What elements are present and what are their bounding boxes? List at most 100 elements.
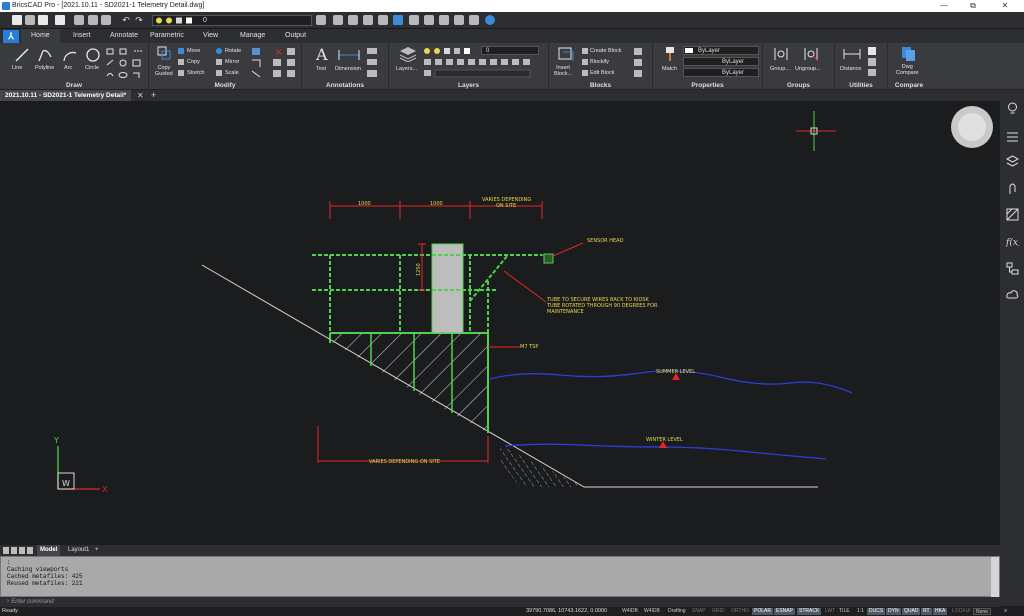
text-button[interactable]: Text bbox=[316, 66, 326, 72]
distance-button[interactable]: Distance bbox=[840, 66, 861, 72]
drawing-canvas[interactable]: 1000 1000 VARIES DEPENDING ON SITE 1250 … bbox=[0, 101, 1000, 545]
ungroup-icon[interactable] bbox=[803, 46, 819, 62]
plot-icon[interactable] bbox=[101, 15, 111, 25]
structure-icon[interactable] bbox=[1006, 262, 1019, 275]
status-esnap[interactable]: ESNAP bbox=[774, 608, 795, 615]
match-properties-icon[interactable] bbox=[663, 46, 677, 62]
modify-tool-grid-icon[interactable]: ✕ bbox=[251, 47, 299, 79]
open-file-icon[interactable] bbox=[25, 15, 35, 25]
ribbon-layer-dropdown[interactable]: 0 bbox=[481, 46, 539, 55]
settings-icon[interactable] bbox=[439, 15, 449, 25]
eraser-icon[interactable] bbox=[424, 15, 434, 25]
close-button[interactable]: ✕ bbox=[992, 0, 1018, 12]
status-hka[interactable]: HKA bbox=[933, 608, 948, 615]
status-lockui[interactable]: LOCKUI bbox=[950, 608, 973, 615]
polyline-icon[interactable] bbox=[37, 47, 53, 63]
command-line[interactable]: > Enter command bbox=[0, 597, 1000, 607]
circle-icon[interactable] bbox=[85, 47, 101, 63]
mirror-button[interactable]: Mirror bbox=[225, 59, 239, 65]
attachment-icon[interactable] bbox=[1006, 182, 1019, 195]
text-icon[interactable]: A bbox=[314, 46, 330, 62]
last-layout-icon[interactable] bbox=[27, 547, 33, 554]
linetype-dropdown[interactable]: ByLayer bbox=[683, 57, 759, 66]
prev-layout-icon[interactable] bbox=[11, 547, 17, 554]
next-layout-icon[interactable] bbox=[19, 547, 25, 554]
status-rt[interactable]: RT bbox=[921, 608, 932, 615]
insert-block-icon[interactable] bbox=[557, 46, 575, 62]
copy-guided-icon[interactable] bbox=[157, 46, 171, 60]
utilities-small-icons[interactable] bbox=[867, 46, 879, 78]
tab-model[interactable]: Model bbox=[37, 545, 61, 556]
document-tab[interactable]: 2021.10.11 - SD2021-1 Telemetry Detail* bbox=[0, 90, 132, 101]
dimension-button[interactable]: Dimension bbox=[335, 66, 361, 72]
command-input[interactable]: Enter command bbox=[11, 599, 53, 605]
edit-block-button[interactable]: Edit Block bbox=[590, 70, 614, 76]
new-file-icon[interactable] bbox=[12, 15, 22, 25]
ungroup-button[interactable]: Ungroup... bbox=[795, 66, 821, 72]
snap-icon[interactable] bbox=[348, 15, 358, 25]
redo-icon[interactable]: ↷ bbox=[134, 15, 144, 25]
status-annotation-scale[interactable]: None bbox=[973, 608, 991, 615]
tab-view[interactable]: View bbox=[203, 29, 218, 43]
cloud-icon[interactable] bbox=[1006, 288, 1019, 301]
tab-parametric[interactable]: Parametric bbox=[150, 29, 184, 43]
layers-panel-icon[interactable] bbox=[1006, 155, 1019, 168]
group-button[interactable]: Group... bbox=[770, 66, 790, 72]
properties-icon[interactable] bbox=[409, 15, 419, 25]
status-menu-icon[interactable]: ≡ bbox=[1004, 607, 1007, 616]
zoom-extents-icon[interactable] bbox=[469, 15, 479, 25]
print-icon[interactable] bbox=[88, 15, 98, 25]
move-button[interactable]: Move bbox=[187, 48, 200, 54]
status-wcs-2[interactable]: W4IDB bbox=[642, 608, 662, 615]
insert-block-button[interactable]: Insert Block... bbox=[554, 65, 572, 77]
copy-button[interactable]: Copy bbox=[187, 59, 200, 65]
tab-annotate[interactable]: Annotate bbox=[110, 29, 138, 43]
first-layout-icon[interactable] bbox=[3, 547, 9, 554]
status-snap[interactable]: SNAP bbox=[690, 608, 708, 615]
tab-layout1[interactable]: Layout1 bbox=[68, 545, 89, 556]
status-polar[interactable]: POLAR bbox=[752, 608, 773, 615]
group-icon[interactable] bbox=[773, 46, 789, 62]
dwg-compare-icon[interactable] bbox=[901, 46, 917, 62]
status-scale[interactable]: 1:1 bbox=[855, 608, 866, 615]
hatch-panel-icon[interactable] bbox=[1006, 208, 1019, 221]
tab-manage[interactable]: Manage bbox=[240, 29, 265, 43]
rotate-button[interactable]: Rotate bbox=[225, 48, 241, 54]
lineweight-dropdown[interactable]: ByLayer bbox=[683, 68, 759, 77]
function-icon[interactable]: f(x) bbox=[1006, 235, 1019, 248]
undo-icon[interactable]: ↶ bbox=[121, 15, 131, 25]
status-ducs[interactable]: DUCS bbox=[867, 608, 886, 615]
close-tab-icon[interactable]: ✕ bbox=[137, 90, 144, 101]
tab-output[interactable]: Output bbox=[285, 29, 306, 43]
minimize-button[interactable]: — bbox=[931, 0, 957, 12]
annotation-small-icons[interactable] bbox=[366, 47, 380, 79]
pan-icon[interactable] bbox=[316, 15, 326, 25]
print-preview-icon[interactable] bbox=[74, 15, 84, 25]
status-grid[interactable]: GRID bbox=[710, 608, 727, 615]
history-scrollbar[interactable] bbox=[991, 557, 999, 597]
circle-button[interactable]: Circle bbox=[85, 65, 99, 71]
ortho-icon[interactable] bbox=[378, 15, 388, 25]
arc-button[interactable]: Arc bbox=[64, 65, 72, 71]
draw-small-tools-icon[interactable] bbox=[106, 47, 146, 81]
layers-icon[interactable] bbox=[399, 46, 417, 62]
color-dropdown[interactable]: ByLayer bbox=[683, 46, 759, 55]
lightbulb-icon[interactable] bbox=[1006, 102, 1019, 115]
block-extra-icons[interactable] bbox=[633, 47, 645, 79]
status-lwt[interactable]: LWT bbox=[823, 608, 837, 615]
dwg-compare-button[interactable]: Dwg Compare bbox=[896, 64, 919, 76]
layer-tool-icons[interactable] bbox=[423, 58, 533, 78]
zoom-window-icon[interactable] bbox=[454, 15, 464, 25]
tab-home[interactable]: Home bbox=[21, 29, 60, 43]
maximize-button[interactable]: ⧉ bbox=[960, 0, 986, 12]
line-icon[interactable] bbox=[14, 47, 30, 63]
stretch-button[interactable]: Stretch bbox=[187, 70, 204, 76]
grid-icon[interactable] bbox=[363, 15, 373, 25]
add-layout-icon[interactable]: + bbox=[95, 545, 99, 556]
status-strack[interactable]: STRACK bbox=[797, 608, 822, 615]
status-dyn[interactable]: DYN bbox=[886, 608, 901, 615]
select-icon[interactable] bbox=[333, 15, 343, 25]
line-button[interactable]: Line bbox=[12, 65, 22, 71]
new-tab-icon[interactable]: + bbox=[151, 90, 156, 101]
match-button[interactable]: Match bbox=[662, 66, 677, 72]
